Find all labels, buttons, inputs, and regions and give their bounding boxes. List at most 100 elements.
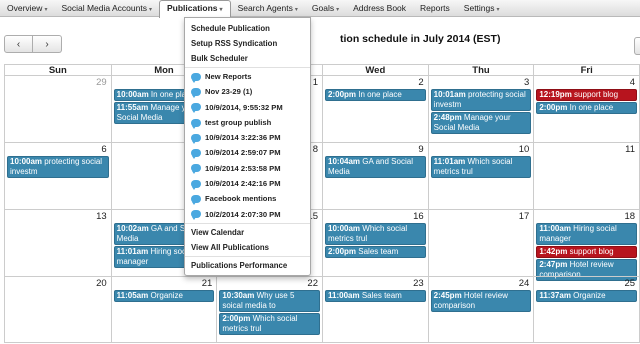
calendar-event[interactable]: 2:00pm In one place — [536, 102, 638, 114]
calendar-event[interactable]: 11:00am Hiring social manager — [536, 223, 638, 245]
report-menu-item[interactable]: New Reports — [185, 69, 310, 84]
menu-divider — [185, 255, 310, 257]
calendar-event[interactable]: 11:01am Which social metrics trul — [430, 156, 532, 178]
report-menu-item[interactable]: 10/9/2014 3:22:36 PM — [185, 130, 310, 145]
report-menu-item[interactable]: Facebook mentions — [185, 191, 310, 206]
calendar-day-cell[interactable]: 9 10:04am GA and Social Media — [322, 143, 428, 209]
event-time: 2:00pm — [328, 247, 357, 256]
calendar-day-cell[interactable]: 3 10:01am protecting social investm 2:48pm… — [427, 76, 534, 142]
day-number: 25 — [624, 278, 636, 289]
caret-down-icon: ▾ — [294, 6, 298, 13]
menu-item[interactable]: Schedule Publication — [185, 21, 310, 36]
prev-month-button[interactable]: ‹ — [4, 35, 33, 53]
calendar-day-cell[interactable]: 23 11:00am Sales team — [322, 277, 428, 342]
nav-goals[interactable]: Goals ▾ — [305, 0, 346, 17]
report-menu-item[interactable]: Nov 23-29 (1) — [185, 84, 310, 99]
nav-settings[interactable]: Settings ▾ — [457, 0, 507, 17]
nav-overview[interactable]: Overview ▾ — [0, 0, 54, 17]
calendar-event[interactable]: 10:01am protecting social investm — [430, 89, 532, 111]
nav-label: Search Agents — [237, 2, 293, 13]
event-time: 10:04am — [328, 157, 361, 166]
report-menu-item[interactable]: test group publish — [185, 115, 310, 130]
calendar-event[interactable]: 10:00am Which social metrics trul — [325, 223, 426, 245]
nav-social-media-accounts[interactable]: Social Media Accounts ▾ — [54, 0, 159, 17]
calendar-day-cell[interactable]: 2 2:00pm In one place — [322, 76, 428, 142]
calendar-day-cell[interactable]: 20 — [5, 277, 111, 342]
event-time: 11:37am — [539, 291, 571, 300]
calendar-event[interactable]: 11:05am Organize — [113, 290, 215, 302]
event-time: 2:00pm — [222, 314, 251, 323]
nav-reports[interactable]: Reports — [413, 0, 457, 17]
calendar-day-cell[interactable]: 17 — [427, 210, 534, 276]
day-number: 23 — [413, 278, 424, 289]
report-menu-item[interactable]: 10/2/2014 2:07:30 PM — [185, 207, 310, 222]
event-title: Organize — [573, 291, 606, 300]
next-month-button[interactable]: › — [33, 35, 62, 53]
day-number: 24 — [518, 278, 530, 289]
calendar-day-cell[interactable]: 11 — [533, 143, 639, 209]
calendar-event[interactable]: 10:04am GA and Social Media — [325, 156, 426, 178]
month-calendar: SunMonTueWedThuFri 293010:00am In one pl… — [4, 64, 640, 343]
event-time: 2:45pm — [433, 291, 462, 300]
nav-label: Publications — [167, 2, 218, 13]
calendar-day-cell[interactable]: 6 10:00am protecting social investm — [5, 143, 111, 209]
calendar-event[interactable]: 1:42pm support blog — [536, 246, 638, 258]
view-toggle-button[interactable] — [634, 37, 640, 55]
menu-item-label: Publications Performance — [191, 260, 288, 270]
day-number: 11 — [625, 144, 636, 155]
caret-down-icon: ▾ — [148, 6, 152, 13]
day-number: 2 — [418, 77, 424, 88]
menu-item[interactable]: Setup RSS Syndication — [185, 36, 310, 51]
chat-bubble-icon — [191, 87, 201, 98]
event-title: Sales team — [358, 247, 399, 256]
report-menu-item[interactable]: 10/9/2014, 9:55:32 PM — [185, 100, 310, 115]
calendar-event[interactable]: 10:30am Why use 5 soical media to — [219, 290, 320, 312]
event-time: 10:00am — [328, 224, 361, 233]
calendar-day-cell[interactable]: 25 11:37am Organize — [533, 277, 639, 342]
nav-address-book[interactable]: Address Book — [346, 0, 413, 17]
menu-item-label: View All Publications — [191, 242, 269, 252]
nav-label: Social Media Accounts — [61, 2, 147, 13]
chat-bubble-icon — [191, 103, 201, 114]
day-number: 13 — [96, 211, 107, 222]
chevron-left-icon: ‹ — [16, 38, 21, 50]
calendar-day-cell[interactable]: 13 — [5, 210, 111, 276]
calendar-event[interactable]: 12:19pm support blog — [536, 89, 638, 101]
calendar-day-cell[interactable]: 22 10:30am Why use 5 soical media to 2:00p… — [216, 277, 322, 342]
report-menu-item[interactable]: 10/9/2014 2:59:07 PM — [185, 145, 310, 160]
calendar-day-cell[interactable]: 10 11:01am Which social metrics trul — [427, 143, 534, 209]
menu-item-label: Schedule Publication — [191, 24, 270, 33]
calendar-event[interactable]: 2:00pm Which social metrics trul — [219, 313, 320, 335]
calendar-day-cell[interactable]: 16 10:00am Which social metrics trul 2:00p… — [322, 210, 428, 276]
calendar-day-cell[interactable]: 21 11:05am Organize — [110, 277, 217, 342]
nav-search-agents[interactable]: Search Agents ▾ — [231, 0, 305, 17]
day-number: 16 — [413, 211, 424, 222]
report-menu-item[interactable]: 10/9/2014 2:53:58 PM — [185, 161, 310, 176]
nav-publications[interactable]: Publications ▾ — [159, 0, 231, 18]
calendar-event[interactable]: 2:45pm Hotel review comparison — [430, 290, 532, 312]
calendar-day-cell[interactable]: 29 — [5, 76, 111, 142]
calendar-event[interactable]: 2:00pm Sales team — [325, 246, 426, 258]
weekday-label: Thu — [427, 65, 534, 76]
calendar-event[interactable]: 2:00pm In one place — [325, 89, 426, 101]
chat-bubble-icon — [191, 133, 201, 144]
event-time: 11:00am — [539, 224, 571, 233]
caret-down-icon: ▾ — [336, 6, 340, 13]
menu-item-publications-performance[interactable]: Publications Performance — [185, 258, 310, 273]
calendar-event[interactable]: 11:37am Organize — [536, 290, 638, 302]
calendar-day-cell[interactable]: 4 12:19pm support blog 2:00pm In one place — [533, 76, 639, 142]
menu-item[interactable]: View All Publications — [185, 240, 310, 255]
event-time: 11:01am — [433, 157, 466, 166]
calendar-event[interactable]: 11:00am Sales team — [325, 290, 426, 302]
report-menu-item[interactable]: 10/9/2014 2:42:16 PM — [185, 176, 310, 191]
calendar-day-cell[interactable]: 18 11:00am Hiring social manager 1:42pm su… — [533, 210, 639, 281]
menu-item[interactable]: Bulk Scheduler — [185, 51, 310, 66]
menu-item-label: 10/9/2014, 9:55:32 PM — [205, 102, 283, 112]
nav-label: Address Book — [353, 2, 407, 13]
menu-item[interactable]: View Calendar — [185, 225, 310, 240]
menu-item-label: test group publish — [205, 117, 272, 127]
calendar-day-cell[interactable]: 24 2:45pm Hotel review comparison — [427, 277, 534, 342]
calendar-event[interactable]: 10:00am protecting social investm — [7, 156, 109, 178]
event-title: In one place — [358, 90, 402, 99]
calendar-event[interactable]: 2:48pm Manage your Social Media — [430, 112, 532, 134]
